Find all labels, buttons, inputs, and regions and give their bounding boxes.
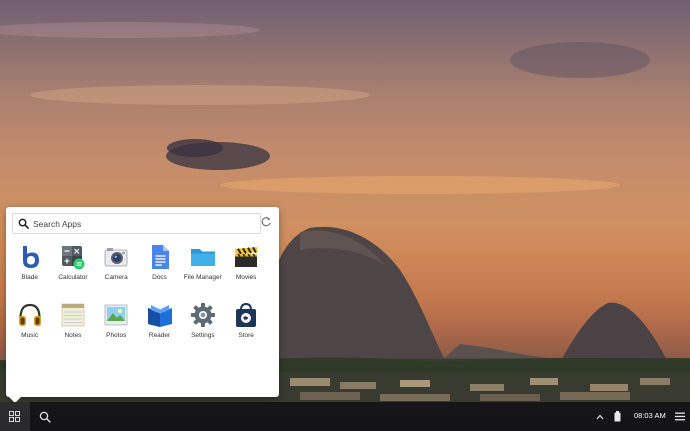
app-launcher-panel: Blade Calculator <box>6 207 279 403</box>
refresh-icon[interactable] <box>260 216 272 228</box>
taskbar-search-icon[interactable] <box>39 411 51 423</box>
app-label: Notes <box>64 332 82 339</box>
blade-icon <box>22 246 39 268</box>
notepad-icon <box>61 303 85 327</box>
search-icon <box>18 218 29 229</box>
app-label: Music <box>21 332 39 339</box>
launcher-button[interactable] <box>0 402 30 431</box>
app-label: Calculator <box>58 274 88 281</box>
gear-icon <box>190 303 215 327</box>
chevron-up-icon[interactable] <box>596 413 604 421</box>
app-camera[interactable]: Camera <box>95 242 138 292</box>
search-apps-input[interactable] <box>33 216 253 231</box>
taskbar: 08:03 AM <box>0 402 690 431</box>
store-bag-icon <box>236 302 257 327</box>
notifications-menu-icon[interactable] <box>675 412 685 421</box>
app-label: Settings <box>191 332 215 339</box>
app-label: Camera <box>104 274 128 281</box>
app-docs[interactable]: Docs <box>138 242 181 292</box>
app-label: Movies <box>235 274 257 281</box>
app-photos[interactable]: Photos <box>95 300 138 350</box>
app-blade[interactable]: Blade <box>8 242 51 292</box>
app-label: Reader <box>148 332 171 339</box>
app-store[interactable]: Store <box>224 300 267 350</box>
folder-icon <box>190 249 215 266</box>
app-label: Docs <box>152 274 167 281</box>
app-label: Photos <box>106 332 127 339</box>
app-settings[interactable]: Settings <box>181 300 224 350</box>
app-label: File Manager <box>183 274 222 281</box>
clapperboard-icon <box>235 246 258 267</box>
app-grid-icon <box>9 411 20 422</box>
app-label: Store <box>238 332 254 339</box>
headphones-icon <box>18 303 41 326</box>
battery-icon[interactable] <box>614 411 621 422</box>
photo-icon <box>104 304 128 326</box>
app-notes[interactable]: Notes <box>51 300 94 350</box>
app-calculator[interactable]: Calculator <box>51 242 94 292</box>
book-icon <box>147 305 172 327</box>
app-search-bar[interactable] <box>12 213 261 234</box>
app-grid: Blade Calculator Camera Docs File Manage… <box>8 242 278 350</box>
app-movies[interactable]: Movies <box>224 242 267 292</box>
app-reader[interactable]: Reader <box>138 300 181 350</box>
docs-icon <box>151 245 169 269</box>
camera-icon <box>104 248 128 267</box>
app-file-manager[interactable]: File Manager <box>181 242 224 292</box>
app-music[interactable]: Music <box>8 300 51 350</box>
app-label: Blade <box>21 274 38 281</box>
calculator-icon <box>61 246 85 270</box>
taskbar-clock[interactable]: 08:03 AM <box>634 411 666 420</box>
